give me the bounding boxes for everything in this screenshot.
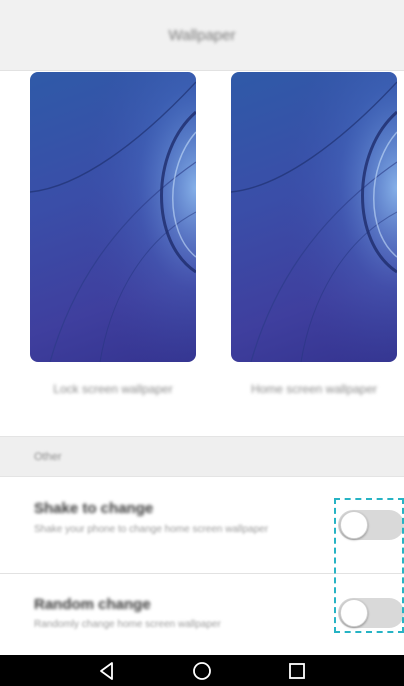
section-header-other: Other xyxy=(0,436,404,477)
home-screen-wallpaper-thumbnail[interactable] xyxy=(231,72,397,362)
home-icon xyxy=(193,661,211,680)
recents-icon xyxy=(288,662,305,679)
section-title: Other xyxy=(34,450,62,463)
back-icon xyxy=(100,661,114,680)
back-button[interactable] xyxy=(96,660,118,682)
wallpaper-art xyxy=(231,72,397,362)
wallpaper-art xyxy=(30,72,196,362)
lock-screen-wallpaper-label: Lock screen wallpaper xyxy=(53,382,173,396)
page-title: Wallpaper xyxy=(168,26,236,44)
setting-description: Randomly change home screen wallpaper xyxy=(34,619,221,630)
lock-screen-wallpaper-thumbnail[interactable] xyxy=(30,72,196,362)
app-header: Wallpaper xyxy=(0,0,404,71)
toggle-highlight-callout xyxy=(334,498,404,633)
setting-title: Random change xyxy=(34,596,151,613)
navigation-bar xyxy=(0,655,404,686)
setting-description: Shake your phone to change home screen w… xyxy=(34,524,269,535)
home-button[interactable] xyxy=(191,660,213,682)
setting-title: Shake to change xyxy=(34,500,154,517)
recents-button[interactable] xyxy=(286,660,308,682)
home-screen-wallpaper-label: Home screen wallpaper xyxy=(250,382,378,396)
